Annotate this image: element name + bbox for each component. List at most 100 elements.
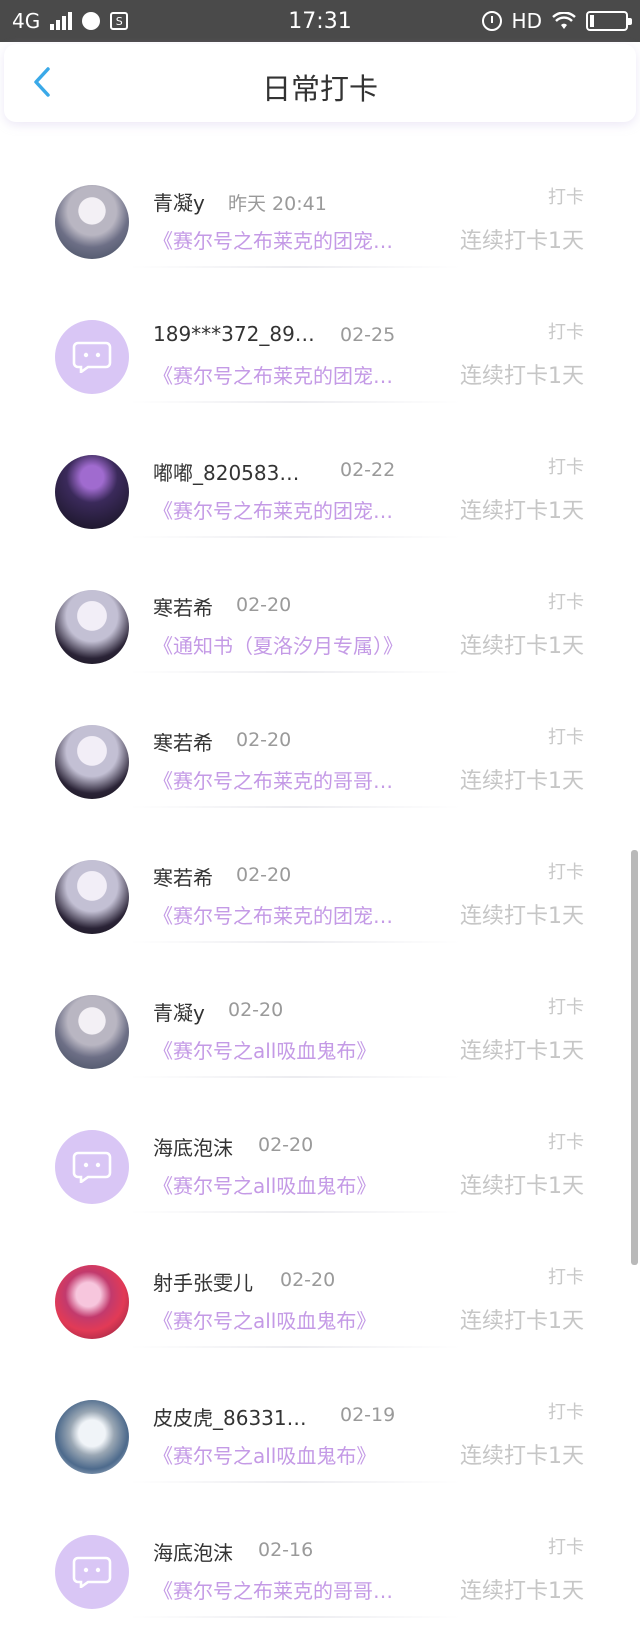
list-item[interactable]: 嘟嘟_820583… 02-22 打卡《赛尔号之布莱克的团宠… 连续打卡1天 [0, 405, 640, 540]
checkin-tag: 打卡 [548, 1132, 584, 1153]
streak-label: 连续打卡1天 [460, 769, 584, 794]
row-divider [130, 1211, 460, 1213]
row-divider [130, 1076, 460, 1078]
row-divider [130, 401, 460, 403]
list-item[interactable]: 寒若希 02-20 打卡《赛尔号之布莱克的哥哥… 连续打卡1天 [0, 675, 640, 810]
page-header: 日常打卡 [4, 44, 636, 122]
list-item[interactable]: 海底泡沫 02-16 打卡《赛尔号之布莱克的哥哥… 连续打卡1天 [0, 1485, 640, 1620]
row-divider [130, 1481, 460, 1483]
list-item[interactable]: 寒若希 02-20 打卡《赛尔号之布莱克的团宠… 连续打卡1天 [0, 810, 640, 945]
book-link[interactable]: 《通知书（夏洛汐月专属）》 [153, 630, 403, 659]
user-name[interactable]: 青凝y [153, 997, 205, 1026]
checkin-date: 02-20 [228, 999, 284, 1021]
checkin-date: 02-20 [236, 594, 292, 616]
list-item[interactable]: 皮皮虎_86331… 02-19 打卡《赛尔号之all吸血鬼布》 连续打卡1天 [0, 1350, 640, 1485]
row-divider [130, 1346, 460, 1348]
checkin-date: 02-20 [236, 864, 292, 886]
user-name[interactable]: 海底泡沫 [153, 1537, 233, 1566]
list-item[interactable]: 青凝y 昨天 20:41 打卡《赛尔号之布莱克的团宠… 连续打卡1天 [0, 135, 640, 270]
checkin-tag: 打卡 [548, 322, 584, 343]
avatar[interactable] [55, 1265, 129, 1339]
book-link[interactable]: 《赛尔号之布莱克的团宠… [153, 360, 393, 389]
row-divider [130, 941, 460, 943]
checkin-date: 02-19 [340, 1404, 396, 1426]
status-bar: 4G S 17:31 HD [0, 0, 640, 42]
streak-label: 连续打卡1天 [460, 229, 584, 254]
user-name[interactable]: 皮皮虎_86331… [153, 1402, 307, 1431]
list-item[interactable]: 寒若希 02-20 打卡《通知书（夏洛汐月专属）》 连续打卡1天 [0, 540, 640, 675]
hd-label: HD [511, 9, 542, 33]
checkin-tag: 打卡 [548, 1267, 584, 1288]
streak-label: 连续打卡1天 [460, 634, 584, 659]
avatar[interactable] [55, 320, 129, 394]
book-link[interactable]: 《赛尔号之布莱克的哥哥… [153, 1575, 393, 1604]
page-title: 日常打卡 [261, 72, 378, 106]
checkin-date: 02-25 [340, 324, 396, 346]
avatar[interactable] [55, 1535, 129, 1609]
user-name[interactable]: 寒若希 [153, 862, 213, 891]
checkin-tag: 打卡 [548, 862, 584, 883]
book-link[interactable]: 《赛尔号之布莱克的团宠… [153, 225, 393, 254]
user-name[interactable]: 海底泡沫 [153, 1132, 233, 1161]
row-divider [130, 1616, 460, 1618]
checkin-tag: 打卡 [548, 1537, 584, 1558]
checkin-date: 02-20 [236, 729, 292, 751]
checkin-tag: 打卡 [548, 592, 584, 613]
avatar[interactable] [55, 860, 129, 934]
checkin-tag: 打卡 [548, 187, 584, 208]
user-name[interactable]: 寒若希 [153, 592, 213, 621]
streak-label: 连续打卡1天 [460, 1039, 584, 1064]
streak-label: 连续打卡1天 [460, 1174, 584, 1199]
avatar[interactable] [55, 995, 129, 1069]
chat-bubble-icon [72, 1556, 112, 1588]
user-name[interactable]: 嘟嘟_820583… [153, 457, 299, 486]
checkin-tag: 打卡 [548, 457, 584, 478]
row-divider [130, 536, 460, 538]
book-link[interactable]: 《赛尔号之all吸血鬼布》 [153, 1170, 376, 1199]
checkin-date: 02-16 [258, 1539, 314, 1561]
book-link[interactable]: 《赛尔号之all吸血鬼布》 [153, 1035, 376, 1064]
checkin-tag: 打卡 [548, 1402, 584, 1423]
chat-bubble-icon [72, 1151, 112, 1183]
book-link[interactable]: 《赛尔号之all吸血鬼布》 [153, 1440, 376, 1469]
user-name[interactable]: 青凝y [153, 187, 205, 216]
row-divider [130, 806, 460, 808]
user-name[interactable]: 射手张雯儿 [153, 1267, 253, 1296]
avatar[interactable] [55, 185, 129, 259]
streak-label: 连续打卡1天 [460, 499, 584, 524]
avatar[interactable] [55, 725, 129, 799]
scrollbar[interactable] [631, 850, 638, 1265]
streak-label: 连续打卡1天 [460, 364, 584, 389]
book-link[interactable]: 《赛尔号之all吸血鬼布》 [153, 1305, 376, 1334]
user-name[interactable]: 189***372_89… [153, 322, 315, 346]
streak-label: 连续打卡1天 [460, 1579, 584, 1604]
avatar[interactable] [55, 455, 129, 529]
list-item[interactable]: 射手张雯儿 02-20 打卡 《赛尔号之all吸血鬼布》 连续打卡1天 [0, 1215, 640, 1350]
checkin-date: 昨天 20:41 [228, 193, 327, 215]
alarm-icon [481, 11, 502, 31]
streak-label: 连续打卡1天 [460, 1444, 584, 1469]
streak-label: 连续打卡1天 [460, 904, 584, 929]
status-right: HD [481, 0, 632, 42]
list-item[interactable]: 海底泡沫 02-20 打卡《赛尔号之all吸血鬼布》 连续打卡1天 [0, 1080, 640, 1215]
avatar[interactable] [55, 590, 129, 664]
checkin-date: 02-20 [258, 1134, 314, 1156]
streak-label: 连续打卡1天 [460, 1309, 584, 1334]
avatar[interactable] [55, 1400, 129, 1474]
checkin-date: 02-22 [340, 459, 396, 481]
book-link[interactable]: 《赛尔号之布莱克的团宠… [153, 900, 393, 929]
book-link[interactable]: 《赛尔号之布莱克的哥哥… [153, 765, 393, 794]
user-name[interactable]: 寒若希 [153, 727, 213, 756]
avatar[interactable] [55, 1130, 129, 1204]
checkin-tag: 打卡 [548, 727, 584, 748]
checkin-list: 青凝y 昨天 20:41 打卡 《赛尔号之布莱克的团宠… 连续打卡1天 189***372… [0, 135, 640, 1620]
chat-bubble-icon [72, 341, 112, 373]
battery-icon [586, 11, 632, 31]
wifi-icon [552, 12, 576, 29]
row-divider [130, 266, 460, 268]
checkin-tag: 打卡 [548, 997, 584, 1018]
list-item[interactable]: 青凝y 02-20 打卡《赛尔号之all吸血鬼布》 连续打卡1天 [0, 945, 640, 1080]
row-divider [130, 671, 460, 673]
list-item[interactable]: 189***372_89… 02-25 打卡《赛尔号之布莱克的团宠… 连续打卡1天 [0, 270, 640, 405]
book-link[interactable]: 《赛尔号之布莱克的团宠… [153, 495, 393, 524]
